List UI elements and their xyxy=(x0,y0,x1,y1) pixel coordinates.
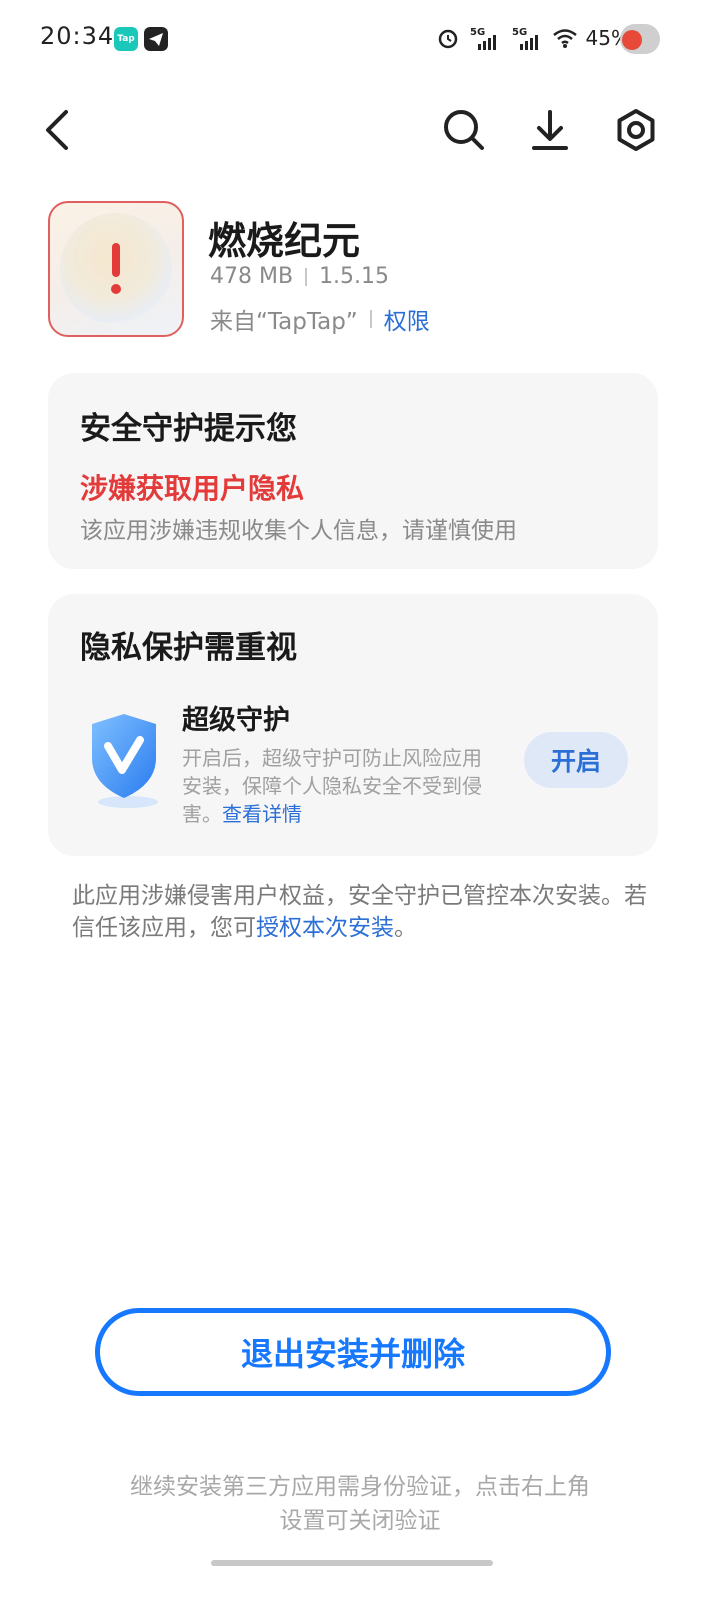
divider xyxy=(305,267,308,286)
settings-icon xyxy=(617,109,655,151)
install-notice: 此应用涉嫌侵害用户权益，安全守护已管控本次安装。若信任该应用，您可授权本次安装。 xyxy=(72,880,652,944)
view-details-link[interactable]: 查看详情 xyxy=(222,802,302,826)
app-source-row: 来自“TapTap” 权限 xyxy=(210,302,430,336)
security-card-title: 安全守护提示您 xyxy=(80,411,297,447)
app-icon xyxy=(48,201,184,337)
super-guard-description: 开启后，超级守护可防止风险应用安装，保障个人隐私安全不受到侵害。查看详情 xyxy=(182,744,500,828)
exit-and-delete-button[interactable]: 退出安装并删除 xyxy=(95,1308,611,1396)
security-warning-card: 安全守护提示您 涉嫌获取用户隐私 该应用涉嫌违规收集个人信息，请谨慎使用 xyxy=(48,373,658,569)
taptap-notification-icon: Tap xyxy=(114,27,138,51)
status-time: 20:34 xyxy=(40,22,115,50)
footer-note: 继续安装第三方应用需身份验证，点击右上角设置可关闭验证 xyxy=(130,1474,590,1534)
risk-description: 该应用涉嫌违规收集个人信息，请谨慎使用 xyxy=(80,518,517,544)
app-size: 478 MB xyxy=(210,264,294,289)
risk-warning: 涉嫌获取用户隐私 xyxy=(80,472,305,505)
app-meta: 478 MB 1.5.15 xyxy=(210,264,389,289)
download-icon xyxy=(532,110,568,150)
permissions-link[interactable]: 权限 xyxy=(384,302,430,336)
status-bar: 20:34 Tap 5G 5G 45% xyxy=(0,0,720,76)
alarm-icon xyxy=(436,26,460,50)
avatar xyxy=(620,24,660,54)
download-button[interactable] xyxy=(520,100,580,160)
notice-suffix: 。 xyxy=(394,915,417,941)
top-toolbar xyxy=(0,90,720,170)
settings-button[interactable] xyxy=(606,100,666,160)
wifi-icon xyxy=(552,27,578,49)
alert-icon xyxy=(50,203,182,335)
divider xyxy=(369,310,372,328)
enable-super-guard-button[interactable]: 开启 xyxy=(524,732,628,788)
chevron-left-icon xyxy=(46,110,68,150)
signal-5g-icon: 5G xyxy=(468,24,502,52)
app-name: 燃烧纪元 xyxy=(208,219,361,263)
super-guard-title: 超级守护 xyxy=(182,705,290,736)
authorize-install-link[interactable]: 授权本次安装 xyxy=(256,915,394,941)
home-indicator[interactable] xyxy=(211,1560,493,1566)
app-version: 1.5.15 xyxy=(319,264,390,289)
privacy-card: 隐私保护需重视 超级守护 开启后，超级守护可防止风险应用安装，保障个人隐私安全不… xyxy=(48,594,658,856)
shield-icon xyxy=(82,710,166,810)
svg-text:5G: 5G xyxy=(470,27,485,38)
telegram-notification-icon xyxy=(144,27,168,51)
app-source: 来自“TapTap” xyxy=(210,309,358,335)
signal-5g-icon: 5G xyxy=(510,24,544,52)
search-icon xyxy=(444,110,484,150)
svg-text:5G: 5G xyxy=(512,27,527,38)
privacy-card-title: 隐私保护需重视 xyxy=(80,630,297,666)
back-button[interactable] xyxy=(28,100,88,160)
search-button[interactable] xyxy=(434,100,494,160)
